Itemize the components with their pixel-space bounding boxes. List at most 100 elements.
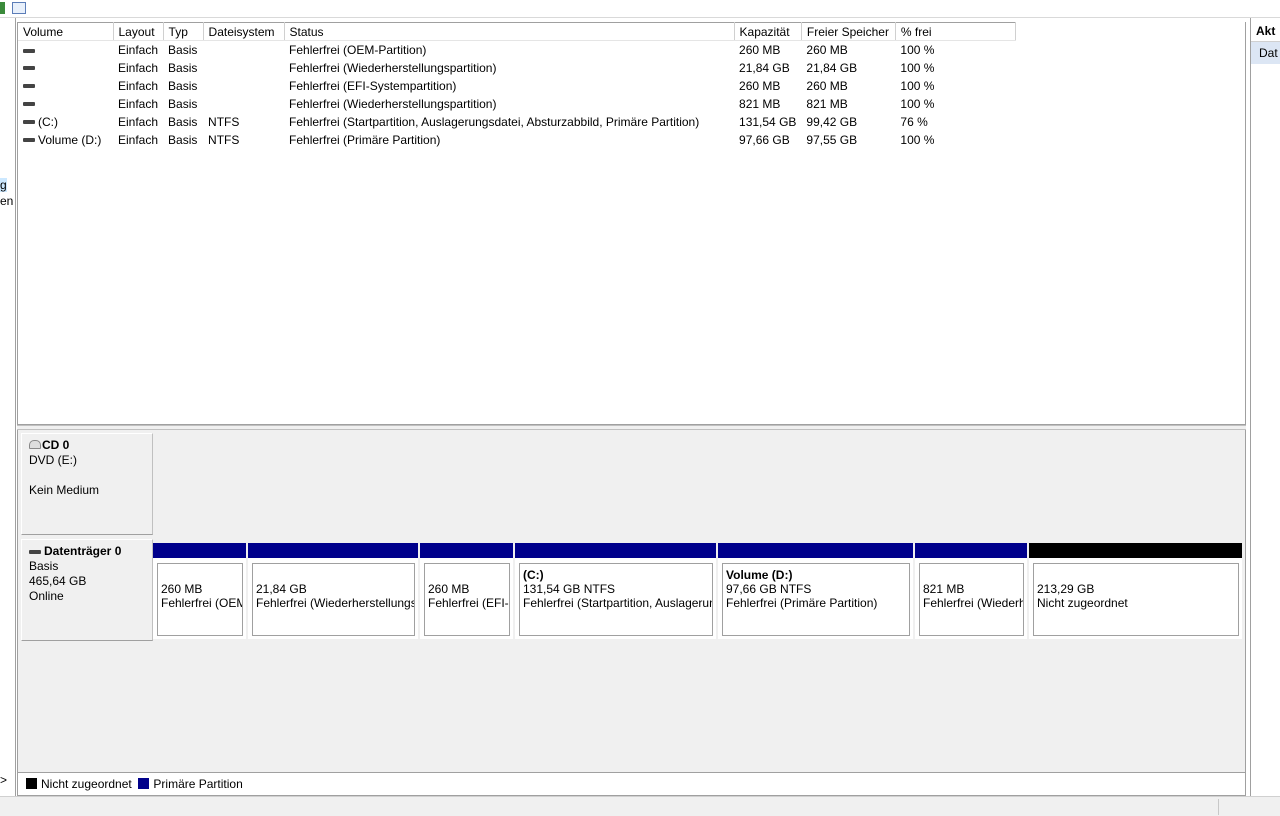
table-cell-layout: Einfach [118, 78, 159, 93]
status-bar [0, 796, 1280, 816]
partition-title: (C:) [523, 568, 544, 582]
column-header-freier-speicher[interactable]: Freier Speicher [801, 22, 896, 41]
legend-primary-swatch [138, 778, 150, 789]
partition-title [256, 568, 411, 582]
table-cell-status: Fehlerfrei (Wiederherstellungspartition) [289, 60, 497, 75]
table-cell-volume: (C:) [18, 113, 113, 131]
partition-info: 821 MBFehlerfrei (Wiederherstellungspart… [919, 563, 1024, 636]
table-cell-status: Fehlerfrei (Primäre Partition) [289, 132, 441, 147]
volume-icon [23, 102, 35, 107]
partition-title: Volume (D:) [726, 568, 793, 582]
table-cell-volume [18, 59, 113, 77]
table-cell-free: 21,84 GB [806, 60, 858, 75]
partition-block[interactable]: 213,29 GB Nicht zugeordnet [1029, 543, 1244, 639]
table-cell-fs: NTFS [208, 114, 240, 129]
table-cell-free: 97,55 GB [806, 132, 858, 147]
column-header-kapazitaet[interactable]: Kapazität [734, 22, 802, 41]
partition-type-bar [718, 543, 913, 558]
nav-item[interactable]: en [0, 194, 13, 208]
nav-scroll-right-icon[interactable]: > [0, 773, 7, 787]
partition-title [161, 568, 239, 582]
partition-block[interactable]: Volume (D:) 97,66 GB NTFS Fehlerfrei (Prim… [718, 543, 915, 639]
partition-block[interactable]: 821 MBFehlerfrei (Wiederherstellungspart… [915, 543, 1029, 639]
table-row[interactable]: Einfach Basis Fehlerfrei (Wiederherstellun… [18, 95, 1015, 113]
table-cell-fs [203, 59, 284, 77]
toolbar-properties-icon[interactable] [12, 2, 26, 14]
partition-info: (C:) 131,54 GB NTFS Fehlerfrei (Startparti… [519, 563, 713, 636]
table-row[interactable]: Einfach Basis Fehlerfrei (EFI-Systempartit… [18, 77, 1015, 95]
table-cell-volume: Volume (D:) [18, 131, 113, 149]
column-header-volume[interactable]: Volume [18, 22, 114, 41]
table-cell-pct: 100 % [900, 132, 935, 147]
table-row[interactable]: Volume (D:) Einfach Basis NTFS Fehlerfrei (P… [18, 131, 1015, 149]
partition-block[interactable]: 260 MBFehlerfrei (OEM-Partition) [153, 543, 248, 639]
table-cell-pct: 100 % [900, 78, 935, 93]
table-cell-fs [203, 95, 284, 113]
table-row[interactable]: (C:) Einfach Basis NTFS Fehlerfrei (Startpar… [18, 113, 1015, 131]
partition-type-bar [420, 543, 513, 558]
table-row[interactable]: Einfach Basis Fehlerfrei (Wiederherstellun… [18, 59, 1015, 77]
partition-status: Fehlerfrei (EFI-Systempartition) [428, 596, 509, 610]
table-cell-cap: 821 MB [739, 96, 781, 111]
column-header-prozent-frei[interactable]: % frei [895, 22, 1016, 41]
partition-block[interactable]: 21,84 GBFehlerfrei (Wiederherstellungspa… [248, 543, 420, 639]
table-cell-typ: Basis [168, 78, 198, 93]
volume-list: Volume Layout Typ Dateisystem Status Kap… [17, 22, 1246, 425]
table-cell-volume [18, 77, 113, 95]
partition-status: Nicht zugeordnet [1037, 596, 1128, 610]
partition-info: 213,29 GB Nicht zugeordnet [1033, 563, 1239, 636]
table-cell-status: Fehlerfrei (EFI-Systempartition) [289, 78, 457, 93]
cd-drive-label[interactable]: CD 0 DVD (E:) Kein Medium [21, 433, 153, 535]
partition-size: 213,29 GB [1037, 582, 1095, 596]
table-cell-layout: Einfach [118, 114, 159, 129]
table-cell-layout: Einfach [118, 42, 159, 57]
partition-status: Fehlerfrei (Primäre Partition) [726, 596, 878, 610]
table-cell-free: 99,42 GB [806, 114, 858, 129]
partition-info: 260 MBFehlerfrei (EFI-Systempartition) [424, 563, 510, 636]
table-cell-volume [18, 95, 113, 113]
volume-icon [23, 66, 35, 71]
column-header-status[interactable]: Status [284, 22, 735, 41]
table-cell-cap: 21,84 GB [739, 60, 790, 75]
nav-item-selected[interactable]: g [0, 178, 7, 192]
cd-drive-area [153, 433, 1245, 535]
table-cell-pct: 100 % [900, 60, 935, 75]
column-header-dateisystem[interactable]: Dateisystem [203, 22, 285, 41]
legend-primary-label: Primäre Partition [153, 777, 243, 791]
partition-size: 21,84 GB [256, 582, 307, 596]
volume-icon [23, 138, 35, 143]
column-header-typ[interactable]: Typ [163, 22, 204, 41]
disk0-title: Datenträger 0 [29, 544, 145, 559]
partition-status: Fehlerfrei (OEM-Partition) [161, 596, 242, 610]
disk0-label[interactable]: Datenträger 0 Basis 465,64 GB Online [21, 539, 153, 641]
toolbar-back-icon[interactable] [0, 2, 5, 14]
table-cell-free: 821 MB [806, 96, 848, 111]
table-cell-status: Fehlerfrei (Wiederherstellungspartition) [289, 96, 497, 111]
table-cell-pct: 76 % [900, 114, 928, 129]
partition-type-bar [915, 543, 1027, 558]
partition-size: 260 MB [161, 582, 203, 596]
toolbar [0, 0, 1280, 18]
column-header-layout[interactable]: Layout [113, 22, 164, 41]
table-cell-layout: Einfach [118, 132, 159, 147]
table-cell-pct: 100 % [900, 42, 935, 57]
table-cell-typ: Basis [168, 132, 198, 147]
disk0-size: 465,64 GB [29, 574, 87, 588]
actions-header: Akt [1251, 18, 1280, 42]
table-row[interactable]: Einfach Basis Fehlerfrei (OEM-Partition) 26… [18, 41, 1015, 59]
table-cell-fs [203, 77, 284, 95]
table-cell-fs [203, 41, 284, 59]
cd-drive-icon [29, 440, 41, 449]
table-cell-fs: NTFS [208, 132, 240, 147]
partition-status: Fehlerfrei (Wiederherstellungspartition) [256, 596, 414, 610]
partition-block[interactable]: 260 MBFehlerfrei (EFI-Systempartition) [420, 543, 515, 639]
table-cell-cap: 260 MB [739, 42, 781, 57]
partition-block[interactable]: (C:) 131,54 GB NTFS Fehlerfrei (Startparti… [515, 543, 718, 639]
table-cell-volume [18, 41, 113, 59]
partition-status: Fehlerfrei (Wiederherstellungspartition) [923, 596, 1023, 610]
partition-type-bar [153, 543, 246, 558]
partition-size: 260 MB [428, 582, 470, 596]
volume-icon [23, 48, 35, 53]
actions-item-datentraegerverwaltung[interactable]: Dat [1251, 42, 1280, 64]
disk0-type: Basis [29, 559, 59, 573]
